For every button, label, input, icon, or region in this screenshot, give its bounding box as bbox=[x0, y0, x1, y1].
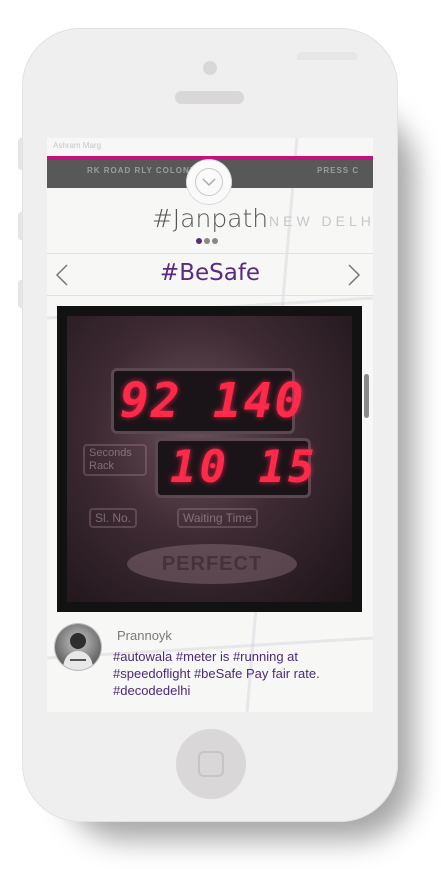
banner-right-label: PRESS C bbox=[317, 166, 360, 175]
taxi-meter-image: 92 140 Seconds Rack 10 15 Sl. No. Waitin… bbox=[67, 316, 352, 602]
meter-display-bottom: 10 15 bbox=[155, 438, 314, 498]
home-button[interactable] bbox=[176, 729, 246, 799]
scrollbar-thumb[interactable] bbox=[364, 374, 369, 418]
banner-left-label: RK ROAD RLY COLONY bbox=[87, 166, 197, 175]
meter-label-waiting: Waiting Time bbox=[177, 508, 258, 528]
chevron-down-icon bbox=[195, 168, 223, 196]
meter-label-serial: Sl. No. bbox=[89, 508, 138, 528]
meter-display-top: 92 140 bbox=[111, 368, 303, 434]
power-button bbox=[297, 52, 357, 60]
page-dot-2[interactable] bbox=[204, 238, 210, 244]
user-photo-icon bbox=[63, 633, 93, 670]
meter-digits-top: 92 140 bbox=[120, 373, 306, 429]
post-author[interactable]: Prannoyk bbox=[117, 628, 172, 643]
page-dot-3[interactable] bbox=[212, 238, 218, 244]
volume-down-button bbox=[18, 280, 22, 308]
page-dot-1[interactable] bbox=[196, 238, 202, 244]
chevron-right-icon bbox=[348, 264, 361, 286]
next-button[interactable] bbox=[347, 263, 369, 287]
hashtag-title: #BeSafe bbox=[159, 260, 261, 286]
divider-top bbox=[47, 253, 373, 254]
collapse-button[interactable] bbox=[187, 160, 231, 204]
home-button-icon bbox=[198, 751, 224, 777]
meter-label-seconds: Seconds Rack bbox=[83, 444, 147, 476]
page-indicator bbox=[196, 238, 218, 244]
front-camera bbox=[203, 61, 217, 75]
post-photo[interactable]: 92 140 Seconds Rack 10 15 Sl. No. Waitin… bbox=[57, 306, 362, 612]
divider-bottom bbox=[47, 295, 373, 296]
avatar[interactable] bbox=[55, 624, 101, 670]
page-title: #Janpath bbox=[151, 204, 269, 233]
speaker-grille bbox=[175, 91, 244, 104]
meter-digits-bottom: 10 15 bbox=[170, 442, 318, 493]
app-screen: Ashram Marg NEW DELHI RK ROAD RLY COLONY… bbox=[47, 138, 373, 712]
meter-brand-plate: PERFECT bbox=[127, 544, 297, 584]
post-caption: #autowala #meter is #running at #speedof… bbox=[113, 649, 320, 698]
hashtag-nav: #BeSafe bbox=[47, 255, 373, 295]
mute-switch bbox=[18, 138, 22, 170]
volume-up-button bbox=[18, 212, 22, 240]
